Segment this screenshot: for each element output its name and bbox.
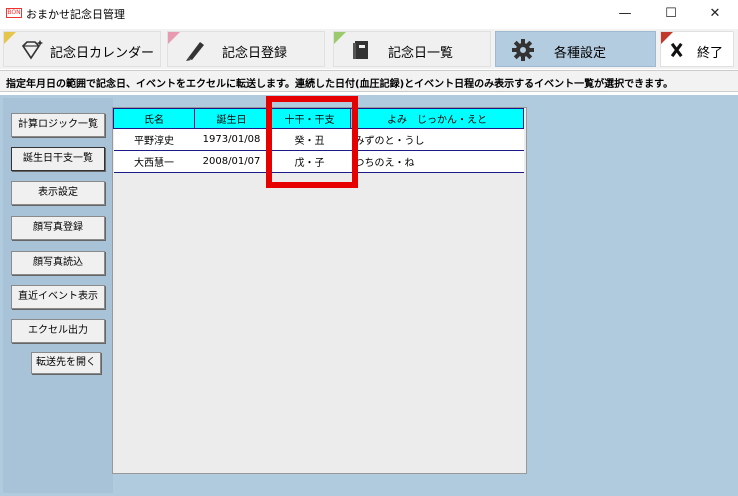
- tab-anniversary-list[interactable]: 記念日一覧: [333, 31, 491, 67]
- exit-button[interactable]: 終了: [660, 31, 734, 67]
- tab-corner-marker: [168, 32, 180, 44]
- highlight-box: [266, 96, 358, 188]
- column-header-reading[interactable]: よみ じっかん・えと: [350, 108, 524, 129]
- tab-corner-marker: [4, 32, 16, 44]
- tab-anniversary-calendar[interactable]: 記念日カレンダー: [3, 31, 161, 67]
- book-icon: [353, 41, 368, 59]
- pen-icon: [186, 42, 204, 61]
- maximize-button[interactable]: ☐: [648, 0, 694, 28]
- display-settings-button[interactable]: 表示設定: [11, 181, 105, 205]
- cell-name: 平野淳史: [113, 128, 195, 151]
- info-text: 指定年月日の範囲で記念日、イベントをエクセルに転送します。連続した日付(血圧記録…: [6, 79, 674, 90]
- tab-label: 各種設定: [554, 46, 607, 61]
- tab-settings[interactable]: 各種設定: [495, 31, 656, 67]
- cell-reading: みずのと・うし: [350, 128, 524, 151]
- tab-label: 記念日カレンダー: [50, 46, 155, 61]
- recent-events-button[interactable]: 直近イベント表示: [11, 285, 105, 309]
- main-toolbar: 記念日カレンダー 記念日登録 記念日一覧 各種設定 終了: [0, 29, 738, 69]
- birthday-kanshi-list-button[interactable]: 誕生日干支一覧: [11, 147, 105, 171]
- calc-logic-list-button[interactable]: 計算ロジック一覧: [11, 113, 105, 137]
- column-header-birthday[interactable]: 誕生日: [194, 108, 269, 129]
- cell-name: 大西慧一: [113, 150, 195, 173]
- cell-reading: つちのえ・ね: [350, 150, 524, 173]
- tab-anniversary-register[interactable]: 記念日登録: [167, 31, 325, 67]
- excel-output-button[interactable]: エクセル出力: [11, 319, 105, 343]
- column-header-name[interactable]: 氏名: [113, 108, 195, 129]
- close-button[interactable]: ✕: [692, 0, 738, 28]
- minimize-button[interactable]: —: [602, 0, 648, 28]
- face-photo-load-button[interactable]: 顔写真読込: [11, 251, 105, 275]
- main-area: 計算ロジック一覧 誕生日干支一覧 表示設定 顔写真登録 顔写真読込 直近イベント…: [0, 95, 738, 496]
- diamond-icon: [21, 40, 43, 60]
- tab-label: 終了: [697, 46, 724, 61]
- open-destination-button[interactable]: 転送先を開く: [31, 352, 101, 374]
- title-bar: BON おまかせ記念日管理 — ☐ ✕: [0, 0, 738, 28]
- x-icon: [670, 42, 683, 58]
- app-logo-icon: BON: [6, 8, 22, 18]
- cell-birthday: 1973/01/08: [194, 128, 269, 151]
- cell-birthday: 2008/01/07: [194, 150, 269, 173]
- tab-label: 記念日登録: [222, 46, 288, 61]
- face-photo-register-button[interactable]: 顔写真登録: [11, 216, 105, 240]
- tab-label: 記念日一覧: [388, 46, 454, 61]
- gear-icon: [512, 39, 534, 61]
- tab-corner-marker: [334, 32, 346, 44]
- info-bar: 指定年月日の範囲で記念日、イベントをエクセルに転送します。連続した日付(血圧記録…: [0, 70, 738, 92]
- window-title: おまかせ記念日管理: [26, 8, 125, 21]
